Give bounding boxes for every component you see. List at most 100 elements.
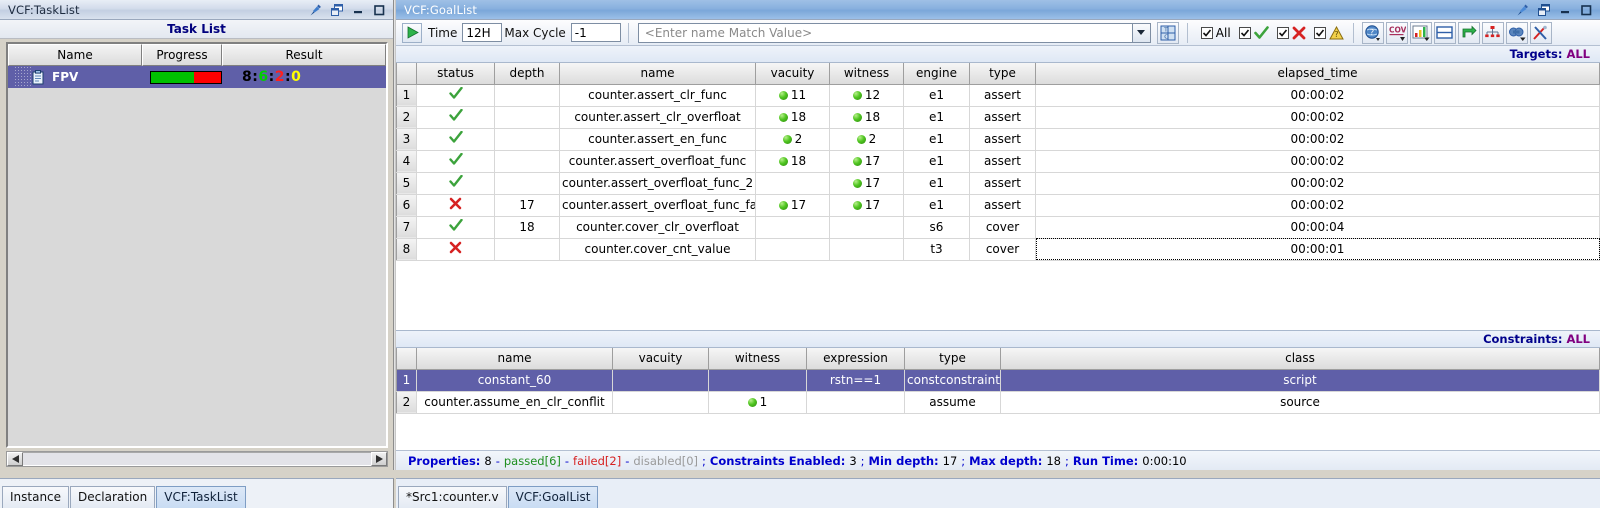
constraints-table: name vacuity witness expression type cla… xyxy=(396,348,1600,414)
cell-type: assert xyxy=(969,150,1036,173)
pin-icon[interactable] xyxy=(309,3,323,17)
column-header-name[interactable]: name xyxy=(559,63,756,85)
column-header-status[interactable]: status xyxy=(416,63,495,85)
cell-name[interactable]: counter.assert_clr_overfloat xyxy=(559,106,756,129)
column-header-name[interactable]: Name xyxy=(8,44,142,66)
column-header-cexpression[interactable]: expression xyxy=(806,348,905,370)
cell-witness: 17 xyxy=(829,150,904,173)
column-header-cvacuity[interactable]: vacuity xyxy=(612,348,709,370)
cell-vacuity: 11 xyxy=(755,84,830,107)
column-header-elapsed-time[interactable]: elapsed_time xyxy=(1035,63,1600,85)
cell-name[interactable]: counter.assert_overfloat_func_2 xyxy=(559,172,756,195)
cell-name[interactable]: counter.assert_overfloat_func_fail xyxy=(559,194,756,217)
column-header-vacuity[interactable]: vacuity xyxy=(755,63,830,85)
column-header-witness[interactable]: witness xyxy=(829,63,904,85)
table-row[interactable]: 8 counter.cover_cnt_value t3 cover 00:00:01 xyxy=(396,237,1600,261)
cell-name[interactable]: counter.assert_overfloat_func xyxy=(559,150,756,173)
hierarchy-icon[interactable] xyxy=(1481,21,1504,44)
tab-vcf-tasklist[interactable]: VCF:TaskList xyxy=(156,486,246,508)
status-run-time-label: Run Time: xyxy=(1072,453,1139,468)
cell-depth: 18 xyxy=(494,216,560,239)
scroll-track[interactable] xyxy=(23,452,371,466)
table-row[interactable]: 5 counter.assert_overfloat_func_2 17 e1 asse… xyxy=(396,171,1600,195)
status-dot-icon xyxy=(856,135,866,144)
time-input[interactable] xyxy=(462,23,503,42)
cell-name[interactable]: counter.cover_clr_overfloat xyxy=(559,216,756,239)
cell-elapsed-time: 00:00:02 xyxy=(1035,150,1600,173)
chevron-down-icon[interactable] xyxy=(1132,22,1151,43)
table-row[interactable]: 7 18 counter.cover_clr_overfloat s6 cover 00:… xyxy=(396,215,1600,239)
tools-icon[interactable] xyxy=(1529,21,1552,44)
filter-all[interactable]: All xyxy=(1195,26,1233,40)
scroll-left-button[interactable] xyxy=(7,452,23,466)
cell-depth xyxy=(494,172,560,195)
filter-warning[interactable]: ? xyxy=(1308,25,1346,40)
cell-name[interactable]: constant_60 xyxy=(416,369,613,392)
pin-icon[interactable] xyxy=(1516,3,1530,17)
table-row[interactable]: 6 17 counter.assert_overfloat_func_fail 17 1… xyxy=(396,193,1600,217)
table-config-icon[interactable]: T C xyxy=(1156,21,1179,44)
checkbox-all[interactable] xyxy=(1200,26,1213,39)
table-row[interactable]: 1 constant_60 rstn==1 constconstraint script xyxy=(396,368,1600,392)
scroll-right-button[interactable] xyxy=(371,452,387,466)
column-header-type[interactable]: type xyxy=(969,63,1036,85)
cell-name[interactable]: counter.assert_en_func xyxy=(559,128,756,151)
panel-icon[interactable] xyxy=(1433,21,1456,44)
undock-icon[interactable] xyxy=(330,3,344,17)
targets-label: Targets: xyxy=(1509,47,1563,61)
compare-icon[interactable] xyxy=(1505,21,1528,44)
name-match-input[interactable]: <Enter name Match Value> xyxy=(637,22,1133,43)
column-header-result[interactable]: Result xyxy=(222,44,386,66)
help-globe-icon[interactable]: ? xyxy=(1361,21,1384,44)
table-row[interactable]: 1 counter.assert_clr_func 11 12 e1 assert 00:0… xyxy=(396,83,1600,107)
column-header-depth[interactable]: depth xyxy=(494,63,560,85)
cell-name[interactable]: counter.assert_clr_func xyxy=(559,84,756,107)
table-row[interactable]: 3 counter.assert_en_func 2 2 e1 assert 00:00:0… xyxy=(396,127,1600,151)
cell-status xyxy=(416,106,495,129)
checkbox-failed[interactable] xyxy=(1276,26,1289,39)
table-row[interactable]: 4 counter.assert_overfloat_func 18 17 e1 asse… xyxy=(396,149,1600,173)
column-header-engine[interactable]: engine xyxy=(903,63,970,85)
status-max-depth-label: Max depth: xyxy=(969,453,1043,468)
column-header-cname[interactable]: name xyxy=(416,348,613,370)
column-header-cwitness[interactable]: witness xyxy=(708,348,807,370)
minimize-icon[interactable] xyxy=(351,3,365,17)
checkbox-warning[interactable] xyxy=(1313,26,1326,39)
run-icon[interactable] xyxy=(402,22,422,43)
row-number: 3 xyxy=(396,127,417,151)
filter-passed[interactable] xyxy=(1233,25,1271,40)
tab-instance[interactable]: Instance xyxy=(2,486,70,508)
table-row[interactable]: 2 counter.assume_en_clr_conflit 1 assume sou… xyxy=(396,390,1600,414)
cell-type: assert xyxy=(969,128,1036,151)
maximize-icon[interactable] xyxy=(372,3,386,17)
column-header-progress[interactable]: Progress xyxy=(142,44,222,66)
minimize-icon[interactable] xyxy=(1558,3,1572,17)
status-min-depth-label: Min depth: xyxy=(868,453,939,468)
tab-vcf-goallist[interactable]: VCF:GoalList xyxy=(507,486,599,508)
cell-engine: e1 xyxy=(903,128,970,151)
status-min-depth: 17 xyxy=(942,453,958,468)
cell-witness: 18 xyxy=(829,106,904,129)
cell-depth xyxy=(494,106,560,129)
tasklist-horizontal-scrollbar[interactable] xyxy=(6,451,388,467)
column-header-ctype[interactable]: type xyxy=(904,348,1001,370)
filter-failed[interactable] xyxy=(1271,26,1308,40)
refresh-icon[interactable] xyxy=(1457,21,1480,44)
cell-name[interactable]: counter.assume_en_clr_conflit xyxy=(416,391,613,414)
max-cycle-input[interactable] xyxy=(570,23,621,42)
column-header-cclass[interactable]: class xyxy=(1000,348,1600,370)
check-icon xyxy=(448,174,463,191)
checkbox-passed[interactable] xyxy=(1238,26,1251,39)
status-passed: passed[6] xyxy=(503,453,561,468)
tab-declaration[interactable]: Declaration xyxy=(70,486,156,508)
cell-depth xyxy=(494,150,560,173)
table-row[interactable]: FPV 8:6:2:0 xyxy=(8,66,386,88)
tab-src1-counter-v[interactable]: *Src1:counter.v xyxy=(398,486,507,508)
name-match-combo[interactable]: <Enter name Match Value> xyxy=(637,22,1151,43)
bar-chart-icon[interactable] xyxy=(1409,21,1432,44)
coverage-icon[interactable]: COV xyxy=(1385,21,1408,44)
table-row[interactable]: 2 counter.assert_clr_overfloat 18 18 e1 asser… xyxy=(396,105,1600,129)
maximize-icon[interactable] xyxy=(1579,3,1593,17)
cell-name[interactable]: counter.cover_cnt_value xyxy=(559,238,756,261)
undock-icon[interactable] xyxy=(1537,3,1551,17)
